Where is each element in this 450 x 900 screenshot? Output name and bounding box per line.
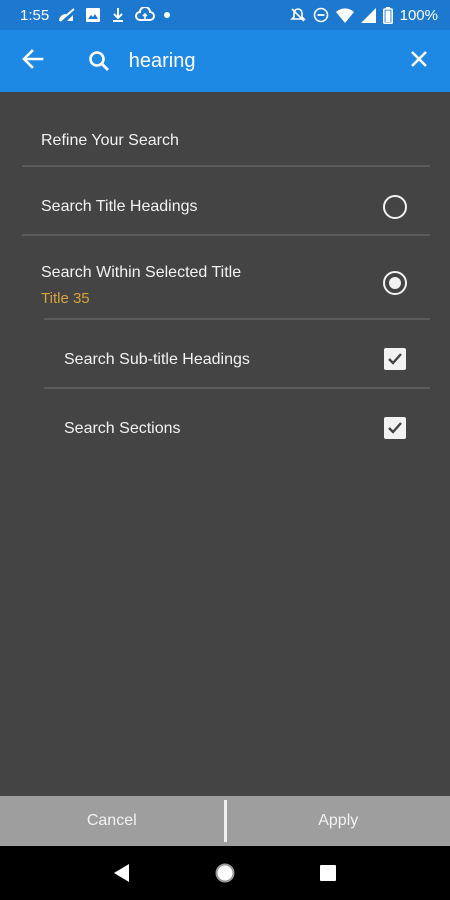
search-app-bar: [0, 30, 450, 92]
signal-icon: [360, 7, 376, 23]
selected-title-label: Title 35: [41, 290, 90, 307]
circle-home-icon: [215, 863, 235, 883]
nav-recents-button[interactable]: [308, 853, 348, 893]
image-icon: [85, 7, 101, 23]
divider: [22, 165, 430, 167]
battery-level: 100%: [399, 6, 438, 24]
option-within-title-label: Search Within Selected Title: [41, 264, 242, 281]
clear-search-button[interactable]: [389, 30, 450, 92]
cancel-button[interactable]: Cancel: [0, 796, 224, 846]
close-icon: [410, 50, 428, 73]
divider: [44, 318, 430, 320]
status-bar: 1:55 100%: [0, 0, 450, 30]
back-button[interactable]: [0, 30, 65, 92]
triangle-back-icon: [113, 864, 129, 882]
status-time: 1:55: [20, 6, 50, 24]
sub-option-subtitle-headings-label: Search Sub-title Headings: [64, 351, 250, 368]
sections-checkbox[interactable]: [384, 417, 406, 439]
nav-home-button[interactable]: [205, 853, 245, 893]
system-nav-bar: [0, 846, 450, 900]
radio-selected-dot: [389, 277, 401, 289]
action-bar: Cancel Apply: [0, 796, 450, 846]
dot-icon: [164, 12, 171, 18]
sub-option-sections-label: Search Sections: [64, 420, 181, 437]
title-headings-radio[interactable]: [383, 195, 407, 219]
dnd-icon: [313, 7, 329, 23]
option-title-headings-label: Search Title Headings: [41, 198, 198, 215]
wifi-icon: [335, 7, 354, 23]
apply-button[interactable]: Apply: [227, 796, 450, 846]
square-recents-icon: [320, 865, 337, 881]
search-icon: [81, 30, 117, 92]
refine-heading: Refine Your Search: [41, 132, 179, 149]
nav-back-button[interactable]: [102, 853, 142, 893]
subtitle-headings-checkbox[interactable]: [384, 348, 406, 370]
refine-search-panel: Refine Your Search Search Title Headings…: [0, 92, 450, 796]
cast-icon: [58, 7, 76, 23]
within-title-radio[interactable]: [383, 271, 407, 295]
cloud-upload-icon: [135, 7, 156, 23]
download-icon: [110, 7, 126, 23]
check-icon: [388, 353, 402, 365]
option-within-title: Search Within Selected Title Title 35: [41, 264, 241, 307]
mute-icon: [289, 7, 306, 23]
search-input[interactable]: [128, 49, 389, 73]
divider: [44, 387, 430, 389]
battery-icon: [382, 6, 393, 24]
divider: [22, 234, 430, 236]
arrow-left-icon: [21, 48, 44, 74]
check-icon: [388, 422, 402, 434]
